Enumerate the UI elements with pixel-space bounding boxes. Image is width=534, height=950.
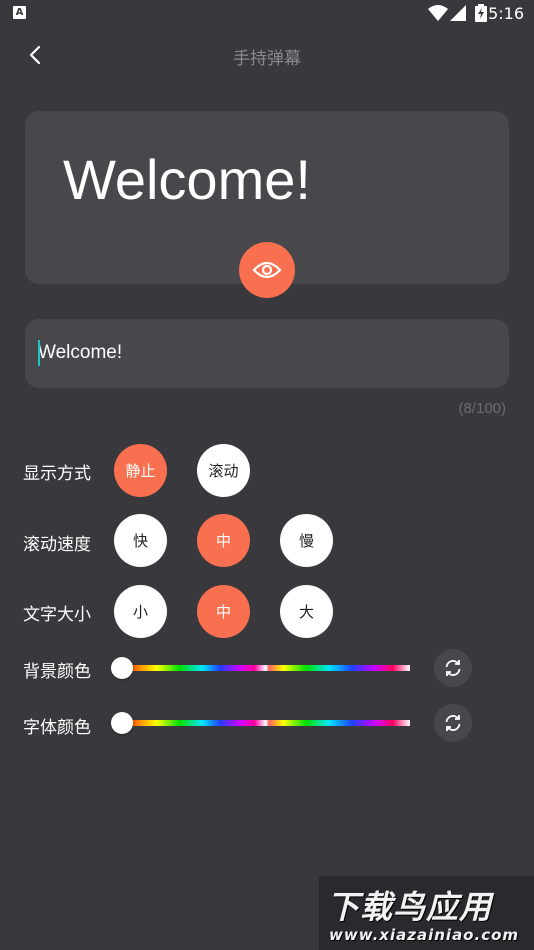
size-large-button[interactable]: 大 — [280, 585, 333, 638]
bg-color-slider[interactable] — [110, 655, 410, 681]
status-bar: A 5:16 — [0, 0, 534, 28]
font-color-slider[interactable] — [110, 710, 410, 736]
watermark: 下载鸟应用 www.xiazainiao.com — [319, 876, 534, 950]
refresh-icon — [445, 660, 461, 676]
preview-text: Welcome! — [63, 148, 311, 211]
text-cursor — [38, 340, 40, 366]
watermark-title: 下载鸟应用 — [327, 888, 493, 926]
refresh-icon — [445, 715, 461, 731]
title-bar: 手持弹幕 — [0, 28, 534, 82]
speed-slow-button[interactable]: 慢 — [280, 514, 333, 567]
speed-fast-button[interactable]: 快 — [114, 514, 167, 567]
text-size-label: 文字大小 — [23, 605, 91, 625]
wifi-icon — [428, 5, 448, 21]
danmaku-text-input[interactable] — [38, 342, 478, 364]
eye-icon — [252, 261, 282, 279]
display-mode-label: 显示方式 — [23, 464, 91, 484]
char-counter: (8/100) — [458, 400, 506, 417]
status-time: 5:16 — [488, 4, 524, 23]
font-color-label: 字体颜色 — [23, 718, 91, 738]
font-color-reset-button[interactable] — [434, 704, 472, 742]
size-medium-button[interactable]: 中 — [197, 585, 250, 638]
speed-medium-button[interactable]: 中 — [197, 514, 250, 567]
bg-color-thumb[interactable] — [111, 657, 133, 679]
watermark-url: www.xiazainiao.com — [329, 926, 520, 944]
battery-charging-icon — [475, 4, 487, 22]
font-color-thumb[interactable] — [111, 712, 133, 734]
bg-color-label: 背景颜色 — [23, 662, 91, 682]
bg-color-track — [122, 665, 410, 671]
notification-a-icon: A — [13, 6, 26, 19]
fullscreen-preview-button[interactable] — [239, 242, 295, 298]
signal-icon — [450, 5, 466, 21]
bg-color-reset-button[interactable] — [434, 649, 472, 687]
display-mode-static-button[interactable]: 静止 — [114, 444, 167, 497]
display-mode-scroll-button[interactable]: 滚动 — [197, 444, 250, 497]
size-small-button[interactable]: 小 — [114, 585, 167, 638]
font-color-track — [122, 720, 410, 726]
scroll-speed-label: 滚动速度 — [23, 535, 91, 555]
page-title: 手持弹幕 — [233, 49, 301, 69]
text-input-box[interactable] — [25, 319, 509, 388]
